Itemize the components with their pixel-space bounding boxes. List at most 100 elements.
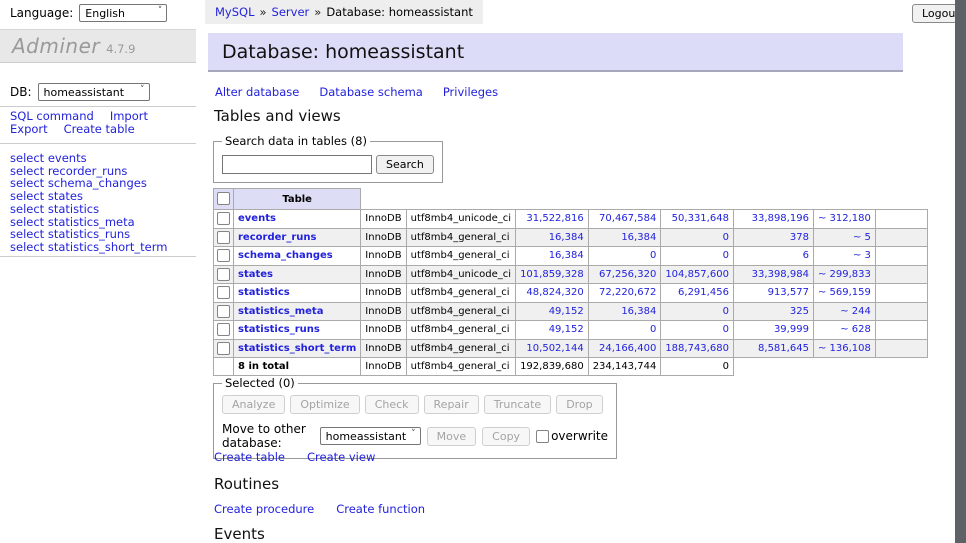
row-checkbox[interactable]	[217, 249, 230, 262]
breadcrumb-link-mysql[interactable]: MySQL	[215, 5, 255, 19]
auto-increment-link[interactable]: 378	[790, 232, 809, 243]
bulk-action-button: Check	[365, 395, 419, 414]
total-label: 8 in total	[234, 358, 361, 376]
breadcrumb-link-server[interactable]: Server	[272, 5, 310, 19]
collation-cell: utf8mb4_general_ci	[406, 321, 515, 340]
data-length-link[interactable]: 31,522,816	[526, 213, 583, 224]
row-checkbox[interactable]	[217, 305, 230, 318]
move-db-select[interactable]: homeassistant ˅	[320, 427, 421, 445]
row-checkbox[interactable]	[217, 268, 230, 281]
table-header-row: Table	[214, 189, 928, 210]
index-length-link[interactable]: 16,384	[621, 232, 656, 243]
routine-link[interactable]: Create function	[336, 502, 425, 516]
create-link[interactable]: Create table	[214, 450, 285, 464]
language-select[interactable]: English ˅	[79, 4, 167, 22]
search-fieldset: Search data in tables (8) Search	[213, 134, 443, 183]
data-length-link[interactable]: 49,152	[549, 324, 584, 335]
data-free-link[interactable]: 188,743,680	[665, 343, 729, 354]
row-checkbox[interactable]	[217, 323, 230, 336]
data-length-link[interactable]: 101,859,328	[520, 269, 584, 280]
auto-increment-link[interactable]: 39,999	[774, 324, 809, 335]
collation-cell: utf8mb4_general_ci	[406, 247, 515, 266]
auto-increment-link[interactable]: 6	[803, 250, 809, 261]
language-label: Language:	[10, 6, 73, 20]
move-row: Move to other database: homeassistant ˅ …	[222, 422, 608, 450]
index-length-link[interactable]: 16,384	[621, 306, 656, 317]
bulk-actions: AnalyzeOptimizeCheckRepairTruncateDrop	[222, 395, 608, 414]
brand-name: Adminer	[12, 34, 100, 58]
auto-increment-link[interactable]: 913,577	[768, 287, 809, 298]
index-length-link[interactable]: 0	[650, 324, 656, 335]
auto-increment-link[interactable]: 33,398,984	[752, 269, 809, 280]
index-length-link[interactable]: 24,166,400	[599, 343, 656, 354]
sidebar-select-link[interactable]: select states	[10, 190, 167, 203]
row-checkbox[interactable]	[217, 286, 230, 299]
data-free-link[interactable]: 0	[723, 324, 729, 335]
search-input[interactable]	[222, 155, 372, 174]
data-length-link[interactable]: 49,152	[549, 306, 584, 317]
rows-link[interactable]: ~ 3	[853, 250, 871, 261]
table-name-link[interactable]: events	[238, 213, 276, 224]
rows-link[interactable]: ~ 5	[853, 232, 871, 243]
routine-links: Create procedure Create function	[214, 502, 447, 516]
auto-increment-link[interactable]: 8,581,645	[758, 343, 809, 354]
comment-cell	[875, 302, 927, 321]
index-length-link[interactable]: 0	[650, 250, 656, 261]
data-length-link[interactable]: 16,384	[549, 232, 584, 243]
data-length-link[interactable]: 48,824,320	[526, 287, 583, 298]
data-length-link[interactable]: 16,384	[549, 250, 584, 261]
table-name-link[interactable]: states	[238, 269, 273, 280]
db-select[interactable]: homeassistant ˅	[38, 83, 150, 101]
data-free-link[interactable]: 104,857,600	[665, 269, 729, 280]
data-length-link[interactable]: 10,502,144	[526, 343, 583, 354]
index-length-link[interactable]: 72,220,672	[599, 287, 656, 298]
index-length-link[interactable]: 67,256,320	[599, 269, 656, 280]
auto-increment-link[interactable]: 33,898,196	[752, 213, 809, 224]
scrollbar[interactable]	[955, 0, 966, 543]
data-free-link[interactable]: 6,291,456	[678, 287, 729, 298]
row-checkbox[interactable]	[217, 212, 230, 225]
table-name-link[interactable]: statistics_runs	[238, 324, 320, 335]
sidebar-select-link[interactable]: select events	[10, 152, 167, 165]
overwrite-checkbox[interactable]	[536, 430, 549, 443]
sidebar-select-link[interactable]: select statistics	[10, 203, 167, 216]
divider	[0, 106, 196, 107]
database-action-link[interactable]: Database schema	[319, 85, 422, 99]
data-free-link[interactable]: 0	[723, 306, 729, 317]
rows-link[interactable]: ~ 244	[840, 306, 871, 317]
table-name-link[interactable]: schema_changes	[238, 250, 333, 261]
comment-cell	[875, 284, 927, 303]
breadcrumb-current: Database: homeassistant	[326, 5, 473, 19]
create-link[interactable]: Create view	[307, 450, 375, 464]
rows-link[interactable]: ~ 136,108	[818, 343, 871, 354]
breadcrumb-separator: »	[314, 5, 321, 19]
table-name-link[interactable]: statistics_meta	[238, 306, 323, 317]
select-all-checkbox[interactable]	[217, 192, 230, 205]
routine-link[interactable]: Create procedure	[214, 502, 314, 516]
database-action-link[interactable]: Privileges	[443, 85, 498, 99]
data-free-link[interactable]: 0	[723, 232, 729, 243]
sidebar-select-link[interactable]: select statistics_short_term	[10, 241, 167, 254]
data-free-link[interactable]: 0	[723, 250, 729, 261]
sidebar-action-link[interactable]: Export	[10, 123, 48, 136]
table-name-link[interactable]: recorder_runs	[238, 232, 316, 243]
selected-legend: Selected (0)	[222, 376, 298, 390]
rows-link[interactable]: ~ 299,833	[818, 269, 871, 280]
overwrite-label: overwrite	[551, 429, 608, 443]
rows-link[interactable]: ~ 312,180	[818, 213, 871, 224]
rows-link[interactable]: ~ 569,159	[818, 287, 871, 298]
auto-increment-link[interactable]: 325	[790, 306, 809, 317]
table-name-link[interactable]: statistics	[238, 287, 290, 298]
data-free-link[interactable]: 50,331,648	[672, 213, 729, 224]
database-action-link[interactable]: Alter database	[215, 85, 299, 99]
sidebar-action-link[interactable]: Create table	[64, 123, 135, 136]
engine-cell: InnoDB	[361, 321, 406, 340]
search-button[interactable]: Search	[376, 155, 434, 174]
table-row: events InnoDB utf8mb4_unicode_ci 31,522,…	[214, 210, 928, 229]
row-checkbox[interactable]	[217, 342, 230, 355]
row-checkbox[interactable]	[217, 231, 230, 244]
language-row: Language: English ˅	[10, 4, 167, 22]
rows-link[interactable]: ~ 628	[840, 324, 871, 335]
table-name-link[interactable]: statistics_short_term	[238, 343, 356, 354]
index-length-link[interactable]: 70,467,584	[599, 213, 656, 224]
